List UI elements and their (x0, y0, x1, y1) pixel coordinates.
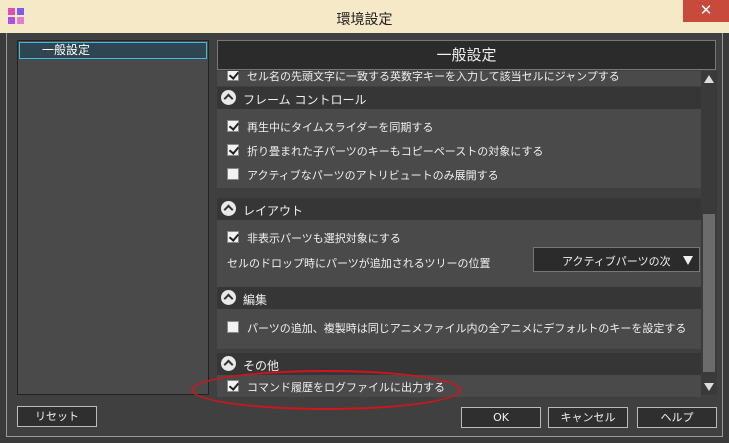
section-header-other[interactable]: その他 (217, 353, 701, 375)
close-icon: ✕ (699, 1, 713, 19)
setting-row-sync-timeslider[interactable]: 再生中にタイムスライダーを同期する (217, 115, 701, 137)
scroll-down-arrow-icon[interactable] (704, 383, 714, 391)
sync-timeslider-checkbox[interactable] (227, 120, 239, 132)
content-scrollbar[interactable] (701, 71, 717, 395)
jump-to-cell-checkbox[interactable] (227, 71, 239, 81)
reset-button[interactable]: リセット (17, 406, 97, 427)
expand-active-attributes-checkbox[interactable] (227, 168, 239, 180)
command-log-checkbox[interactable] (227, 380, 239, 392)
scroll-up-arrow-icon[interactable] (704, 75, 714, 83)
setting-row-copy-folded-keys[interactable]: 折り畳まれた子パーツのキーもコピーペーストの対象にする (217, 139, 701, 161)
settings-content: セル名の先頭文字に一致する英数字キーを入力して該当セルにジャンプする フレーム … (217, 71, 701, 397)
section-header-edit[interactable]: 編集 (217, 287, 701, 309)
collapse-chevron-icon[interactable] (221, 201, 236, 216)
select-hidden-parts-checkbox[interactable] (227, 231, 239, 243)
setting-row-command-log[interactable]: コマンド履歴をログファイルに出力する (217, 375, 701, 397)
ok-button[interactable]: OK (461, 407, 541, 428)
copy-folded-keys-checkbox[interactable] (227, 144, 239, 156)
help-button[interactable]: ヘルプ (637, 407, 717, 428)
default-keys-checkbox[interactable] (227, 321, 239, 333)
drop-position-select[interactable]: アクティブパーツの次 (533, 247, 700, 272)
page-title: 一般設定 (217, 40, 716, 70)
cancel-button[interactable]: キャンセル (548, 407, 628, 428)
collapse-chevron-icon[interactable] (221, 356, 236, 371)
collapse-chevron-icon[interactable] (221, 90, 236, 105)
dropdown-arrow-icon (683, 256, 693, 265)
setting-row-jump-to-cell[interactable]: セル名の先頭文字に一致する英数字キーを入力して該当セルにジャンプする (217, 71, 701, 86)
scroll-thumb[interactable] (703, 214, 715, 372)
sidebar-item-label: 一般設定 (42, 43, 91, 57)
preferences-window: 一般設定 一般設定 セル名の先頭文字に一致する英数字キーを入力して該当セルにジャ… (6, 33, 723, 437)
setting-row-default-keys[interactable]: パーツの追加、複製時は同じアニメファイル内の全アニメにデフォルトのキーを設定する (217, 316, 701, 338)
sidebar: 一般設定 (17, 40, 209, 395)
sidebar-item-general[interactable]: 一般設定 (19, 42, 207, 59)
window-title: 環境設定 (336, 12, 393, 28)
setting-row-expand-active-attributes[interactable]: アクティブなパーツのアトリビュートのみ展開する (217, 163, 701, 185)
section-header-frame-control[interactable]: フレーム コントロール (217, 87, 701, 109)
section-header-layout[interactable]: レイアウト (217, 198, 701, 220)
setting-row-select-hidden-parts[interactable]: 非表示パーツも選択対象にする (217, 226, 701, 248)
close-button[interactable]: ✕ (683, 0, 729, 22)
title-bar: 環境設定 ✕ (0, 0, 729, 33)
collapse-chevron-icon[interactable] (221, 290, 236, 305)
